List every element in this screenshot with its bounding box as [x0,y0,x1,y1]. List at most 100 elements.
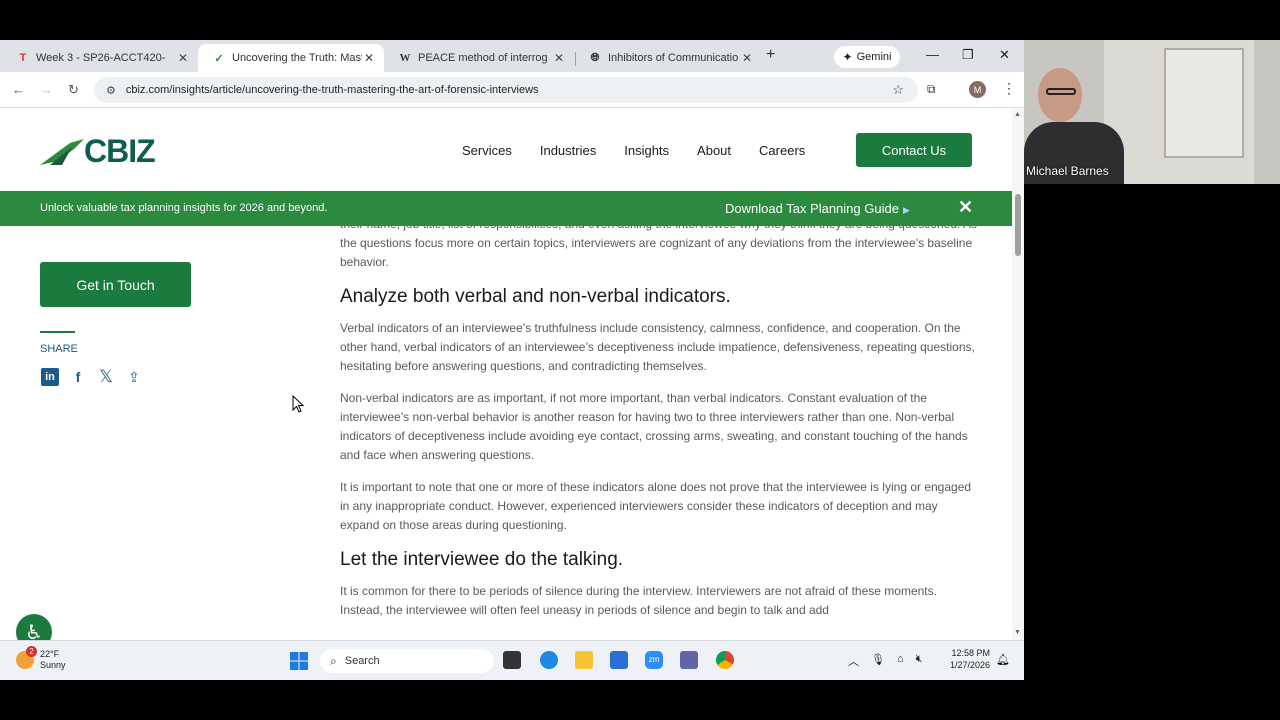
scroll-down-icon[interactable]: ▼ [1014,629,1021,636]
microphone-icon[interactable]: 🎙︎ [871,653,885,669]
logo-swoosh-icon [40,138,84,165]
clock[interactable]: 12:58 PM 1/27/2026 [942,647,990,671]
article-paragraph: Verbal indicators of an interviewee’s tr… [340,321,975,373]
network-icon[interactable]: ⌂ [897,653,904,669]
gemini-button[interactable]: ✦ Gemini [834,46,900,68]
close-icon[interactable]: ✕ [364,51,374,65]
screen: T Week 3 - SP26-ACCT420-620G ✕ ✓ Uncover… [0,40,1024,680]
chrome-icon[interactable] [716,651,734,669]
tab-title: PEACE method of interrogation [418,52,548,64]
site-info-icon[interactable]: ⚙ [106,84,116,97]
tab-title: Inhibitors of Communication | [608,52,738,64]
address-bar[interactable]: ⚙ cbiz.com/insights/article/uncovering-t… [94,77,918,103]
weather-desc: Sunny [40,660,66,670]
edge-icon[interactable] [540,651,558,669]
close-window-icon[interactable]: ✕ [999,47,1010,63]
nav-about[interactable]: About [697,143,731,158]
minimize-icon[interactable]: — [926,47,939,62]
volume-muted-icon[interactable]: 🔇︎ [916,653,923,669]
share-label: SHARE [40,343,78,355]
zoom-icon[interactable]: zm [645,651,663,669]
notification-bell-icon[interactable]: 🔔︎ [996,653,1010,666]
search-label: Search [344,655,380,667]
cbiz-favicon-icon: ✓ [214,52,224,65]
main-nav: Services Industries Insights About Caree… [462,143,833,158]
menu-dots-icon[interactable]: ⋮ [1002,80,1016,97]
gemini-label: Gemini [856,51,892,63]
close-icon[interactable]: ✕ [554,51,564,65]
nav-services[interactable]: Services [462,143,512,158]
share-icons: in f 𝕏 ⇪ [41,367,153,386]
time-text: 12:58 PM [951,648,990,658]
url-text: cbiz.com/insights/article/uncovering-the… [125,84,539,96]
cast-icon[interactable]: ⧉ [927,82,936,97]
nav-careers[interactable]: Careers [759,143,805,158]
scroll-thumb[interactable] [1015,194,1021,256]
search-icon: ⌕ [330,653,337,668]
close-icon[interactable]: ✕ [178,51,188,65]
system-tray: ︿ 🎙︎ ⌂ 🔇︎ [848,653,935,669]
scroll-up-icon[interactable]: ▲ [1014,111,1021,118]
article-heading: Analyze both verbal and non-verbal indic… [340,286,731,307]
profile-initial: M [973,84,982,95]
store-icon[interactable] [610,651,628,669]
article-paragraph: It is common for there to be periods of … [340,584,937,617]
taskbar: 2 22°F Sunny ⌕ Search zm ︿ 🎙︎ ⌂ 🔇︎ 12:58… [0,640,1024,680]
reload-icon[interactable]: ↻ [68,82,79,98]
taskbar-search[interactable]: ⌕ Search [320,649,494,673]
tab-week3[interactable]: T Week 3 - SP26-ACCT420-620G ✕ [2,44,198,72]
tab-uncovering-truth[interactable]: ✓ Uncovering the Truth: Masterin ✕ [198,44,384,72]
forward-icon[interactable]: → [40,82,53,97]
play-arrow-icon: ▶ [902,205,910,215]
download-guide-link[interactable]: Download Tax Planning Guide ▶ [725,201,910,216]
canvas-icon: T [19,52,27,64]
banner-close-icon[interactable]: ✕ [958,197,973,218]
x-icon[interactable]: 𝕏 [97,367,115,386]
restore-icon[interactable]: ❐ [962,47,974,63]
web-page: CBIZ Services Industries Insights About … [0,109,1012,640]
contact-us-button[interactable]: Contact Us [856,133,972,167]
file-explorer-icon[interactable] [575,651,593,669]
facebook-icon[interactable]: f [69,368,87,386]
article-body: their name, job title, list of responsib… [340,215,980,633]
cbiz-logo[interactable]: CBIZ [40,133,156,170]
browser-toolbar: ← → ↻ ⚙ cbiz.com/insights/article/uncove… [0,72,1024,108]
participant-name: Michael Barnes [1026,164,1109,178]
profile-avatar[interactable]: M [969,81,986,98]
mouse-cursor-icon [292,395,304,413]
get-in-touch-button[interactable]: Get in Touch [40,262,191,307]
weather-widget[interactable]: 2 22°F Sunny [16,646,66,671]
logo-text: CBIZ [84,133,156,169]
tab-inhibitors[interactable]: 🌐︎ Inhibitors of Communication | ✕ [574,44,762,72]
video-call-thumbnail: Michael Barnes [1024,40,1280,184]
wikipedia-icon: W [399,52,411,64]
teams-icon[interactable] [680,651,698,669]
article-paragraph: Non-verbal indicators are as important, … [340,391,968,462]
nav-insights[interactable]: Insights [624,143,669,158]
chevron-up-icon[interactable]: ︿ [848,653,859,669]
globe-icon: 🌐︎ [590,51,600,64]
tab-title: Uncovering the Truth: Masterin [232,52,362,64]
promo-banner: Unlock valuable tax planning insights fo… [0,191,1012,226]
linkedin-icon[interactable]: in [41,368,59,386]
notification-badge: 2 [26,646,37,657]
close-icon[interactable]: ✕ [742,51,752,65]
sun-icon: 2 [16,646,37,669]
nav-industries[interactable]: Industries [540,143,596,158]
terminal-icon[interactable] [503,651,521,669]
tab-peace-method[interactable]: W PEACE method of interrogation ✕ [384,44,574,72]
weather-temp: 22°F [40,649,60,659]
new-tab-plus-icon[interactable]: + [766,46,775,64]
whiteboard [1164,48,1244,158]
article-heading: Let the interviewee do the talking. [340,549,624,570]
bookmark-star-icon[interactable]: ☆ [892,82,904,98]
share-divider [40,331,75,333]
windows-start-icon[interactable] [290,652,308,670]
download-guide-label: Download Tax Planning Guide [725,201,899,216]
glasses [1046,88,1076,95]
page-scrollbar[interactable]: ▲ ▼ [1012,109,1024,640]
share-icon[interactable]: ⇪ [125,368,143,386]
banner-message: Unlock valuable tax planning insights fo… [40,202,328,214]
back-icon[interactable]: ← [12,82,25,97]
participant-head [1038,68,1082,122]
